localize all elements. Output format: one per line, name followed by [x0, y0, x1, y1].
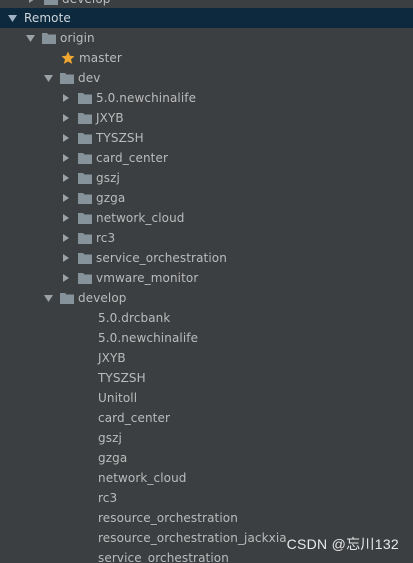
branch-label: 5.0.drcbank: [98, 311, 171, 325]
branch-label: service_orchestration: [98, 551, 229, 563]
chevron-right-icon[interactable]: [60, 172, 72, 184]
chevron-right-icon[interactable]: [26, 0, 38, 5]
watermark: CSDN @忘川132: [286, 536, 399, 552]
tree-node-branch[interactable]: network_cloud: [0, 468, 413, 488]
git-branches-tree: develop Remote origin master: [0, 0, 413, 563]
tree-node-label: gzga: [96, 191, 126, 205]
tree-node-dev-folder[interactable]: TYSZSH: [0, 128, 413, 148]
chevron-down-icon[interactable]: [6, 12, 18, 24]
folder-icon: [78, 232, 92, 244]
chevron-right-icon[interactable]: [60, 112, 72, 124]
folder-icon: [78, 252, 92, 264]
folder-icon: [78, 212, 92, 224]
tree-node-label: service_orchestration: [96, 251, 227, 265]
folder-icon: [78, 192, 92, 204]
tree-node-dev-folder[interactable]: 5.0.newchinalife: [0, 88, 413, 108]
tree-node-label: develop: [62, 0, 110, 6]
tree-node-remote[interactable]: Remote: [0, 8, 413, 28]
tree-node-branch[interactable]: TYSZSH: [0, 368, 413, 388]
tree-node-branch[interactable]: gzga: [0, 448, 413, 468]
chevron-down-icon[interactable]: [42, 72, 54, 84]
star-icon: [61, 51, 75, 65]
tree-node-branch[interactable]: 5.0.drcbank: [0, 308, 413, 328]
tree-node-label: origin: [60, 31, 95, 45]
tree-node-master[interactable]: master: [0, 48, 413, 68]
tree-node-dev-folder[interactable]: JXYB: [0, 108, 413, 128]
tree-node-dev[interactable]: dev: [0, 68, 413, 88]
chevron-right-icon[interactable]: [60, 192, 72, 204]
folder-icon: [78, 132, 92, 144]
tree-node-dev-folder[interactable]: vmware_monitor: [0, 268, 413, 288]
tree-node-label: TYSZSH: [96, 131, 144, 145]
tree-node-branch[interactable]: card_center: [0, 408, 413, 428]
chevron-down-icon[interactable]: [42, 292, 54, 304]
tree-node-dev-folder[interactable]: gzga: [0, 188, 413, 208]
tree-node-label: develop: [78, 291, 127, 305]
tree-node-label: gszj: [96, 171, 120, 185]
chevron-right-icon[interactable]: [60, 232, 72, 244]
tree-node-dev-folder[interactable]: rc3: [0, 228, 413, 248]
tree-node-branch[interactable]: Unitoll: [0, 388, 413, 408]
folder-icon: [78, 172, 92, 184]
tree-node-label: dev: [78, 71, 101, 85]
tree-node-develop[interactable]: develop: [0, 288, 413, 308]
branch-label: card_center: [98, 411, 170, 425]
folder-icon: [60, 72, 74, 84]
folder-icon: [42, 32, 56, 44]
chevron-right-icon[interactable]: [60, 272, 72, 284]
branch-label: resource_orchestration_jackxia: [98, 531, 287, 545]
folder-icon: [78, 152, 92, 164]
tree-node-dev-folder[interactable]: network_cloud: [0, 208, 413, 228]
folder-icon: [78, 92, 92, 104]
branch-label: JXYB: [98, 351, 126, 365]
tree-node-label: JXYB: [96, 111, 124, 125]
tree-node-branch[interactable]: resource_orchestration: [0, 508, 413, 528]
tree-node-label: vmware_monitor: [96, 271, 199, 285]
branch-label: gszj: [98, 431, 122, 445]
chevron-right-icon[interactable]: [60, 212, 72, 224]
tree-node-label: network_cloud: [96, 211, 185, 225]
branch-label: Unitoll: [98, 391, 138, 405]
branch-label: resource_orchestration: [98, 511, 238, 525]
chevron-right-icon[interactable]: [60, 252, 72, 264]
tree-node-dev-folder[interactable]: gszj: [0, 168, 413, 188]
folder-icon: [78, 112, 92, 124]
branch-label: gzga: [98, 451, 128, 465]
branch-label: 5.0.newchinalife: [98, 331, 199, 345]
tree-node-branch[interactable]: JXYB: [0, 348, 413, 368]
folder-icon: [78, 272, 92, 284]
tree-node-label: card_center: [96, 151, 168, 165]
tree-node-branch[interactable]: gszj: [0, 428, 413, 448]
folder-icon: [60, 292, 74, 304]
chevron-right-icon[interactable]: [60, 92, 72, 104]
tree-node-label: master: [79, 51, 122, 65]
tree-node-label: Remote: [24, 11, 71, 25]
chevron-down-icon[interactable]: [24, 32, 36, 44]
tree-node-branch[interactable]: rc3: [0, 488, 413, 508]
tree-node-branch[interactable]: 5.0.newchinalife: [0, 328, 413, 348]
folder-icon: [44, 0, 58, 5]
tree-node-dev-folder[interactable]: service_orchestration: [0, 248, 413, 268]
chevron-right-icon[interactable]: [60, 132, 72, 144]
branch-label: network_cloud: [98, 471, 187, 485]
tree-node-label: rc3: [96, 231, 116, 245]
tree-node-dev-folder[interactable]: card_center: [0, 148, 413, 168]
branch-label: TYSZSH: [98, 371, 146, 385]
tree-node-label: 5.0.newchinalife: [96, 91, 197, 105]
chevron-right-icon[interactable]: [60, 152, 72, 164]
branch-label: rc3: [98, 491, 118, 505]
tree-node-origin[interactable]: origin: [0, 28, 413, 48]
